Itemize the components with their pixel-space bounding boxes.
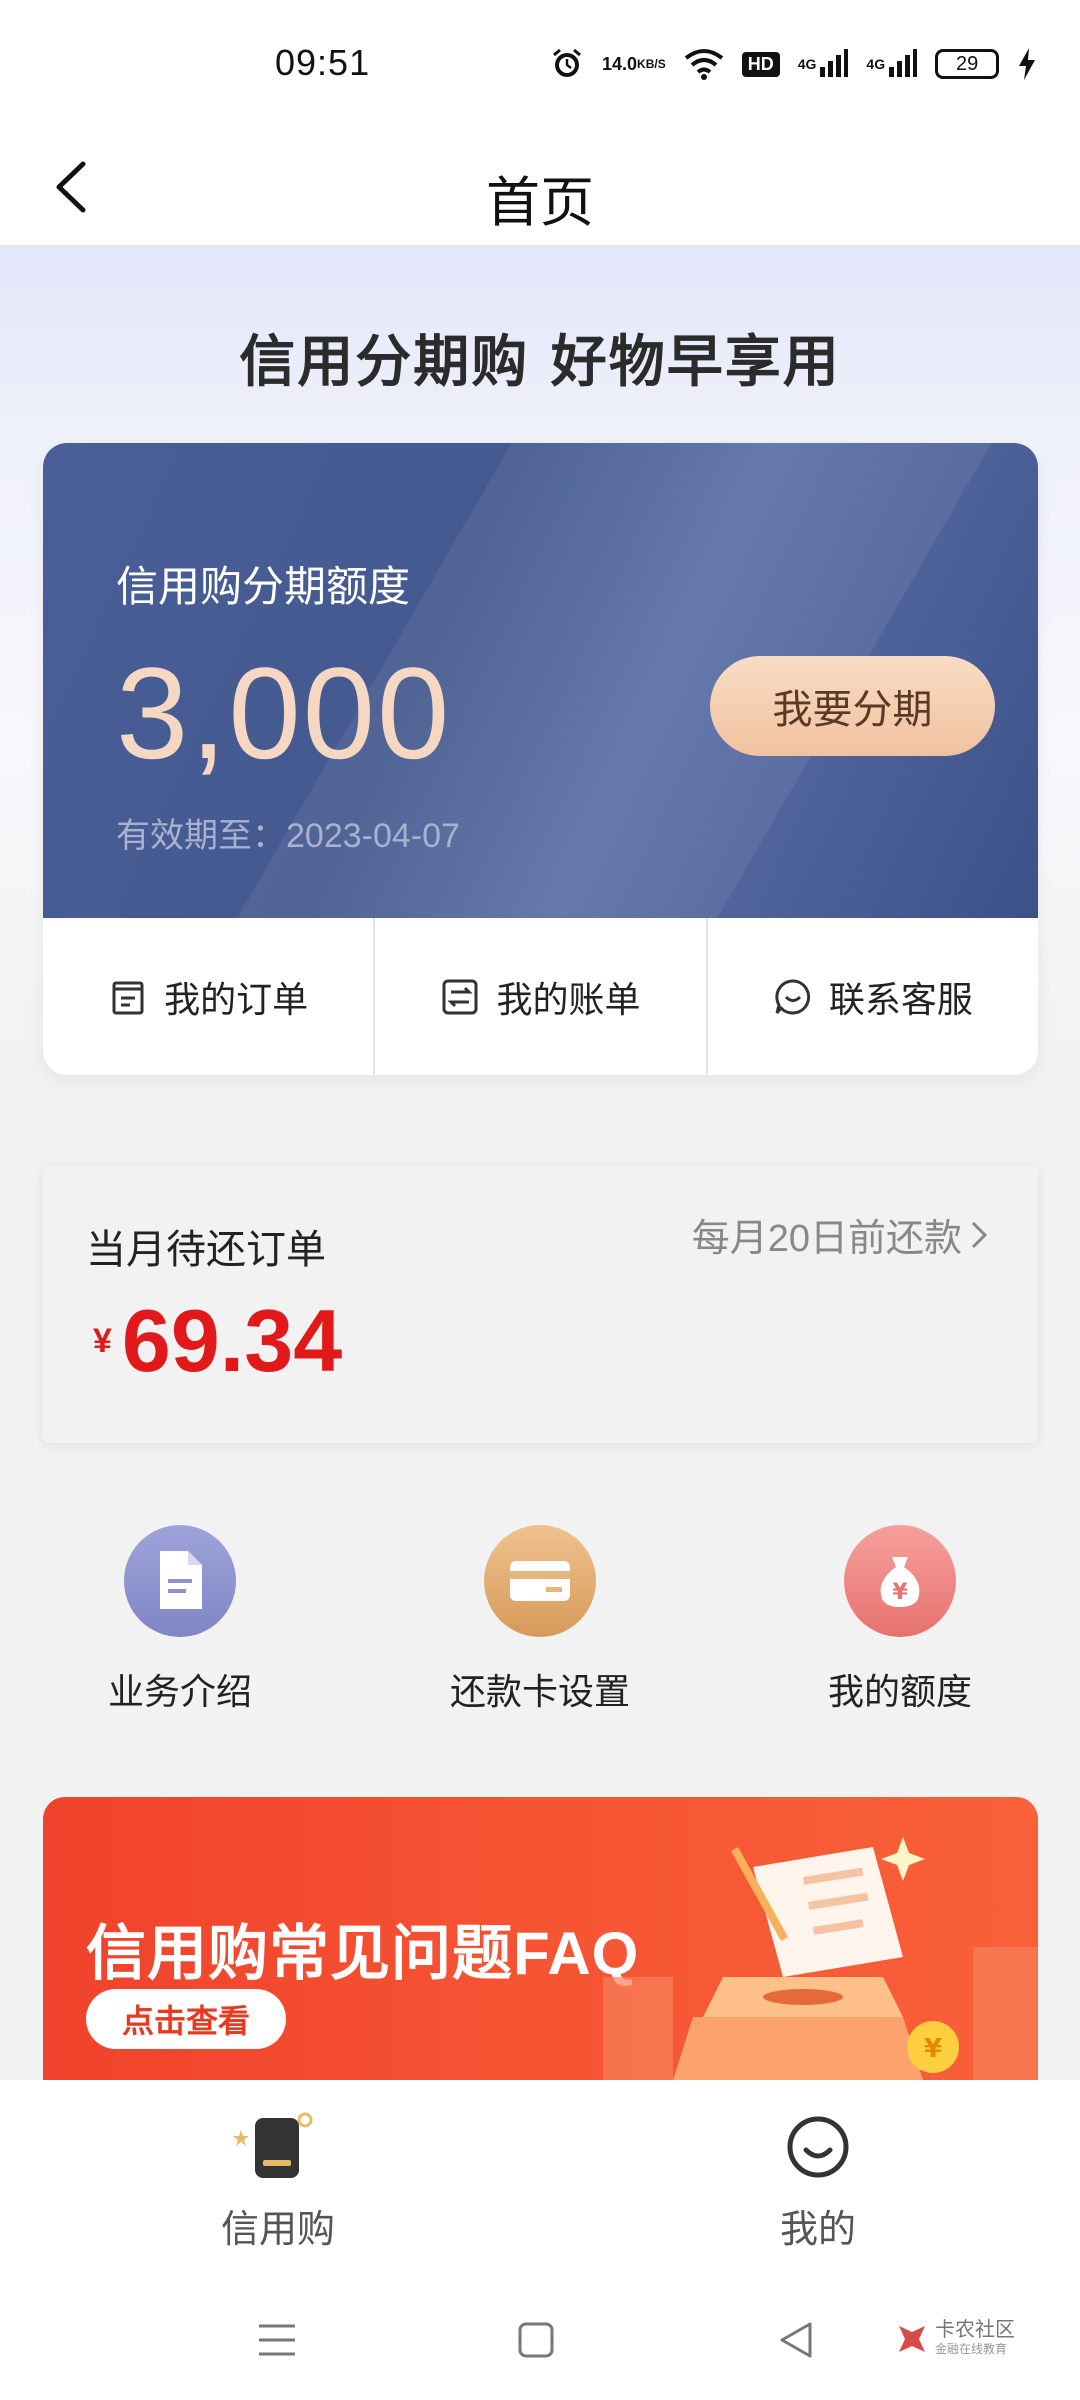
signal-icon-2: 4G (866, 49, 918, 79)
status-bar: 09:51 14.0 KB/S HD 4G 4G 29 (0, 0, 1080, 130)
charging-icon (1017, 48, 1037, 80)
net-speed-value: 14.0 (602, 54, 638, 74)
repay-due-text: 每月20日前还款 (691, 1218, 962, 1260)
chat-icon (775, 978, 810, 1014)
monthly-repay-card[interactable]: 当月待还订单 每月20日前还款 ¥69.34 (43, 1165, 1038, 1443)
repay-due-link[interactable]: 每月20日前还款 (692, 1207, 988, 1262)
alarm-icon (550, 47, 584, 81)
watermark-text: 卡农社区 (935, 2319, 1015, 2341)
tab-mine[interactable]: 我的 (668, 2110, 968, 2253)
network-type-1: 4G (797, 56, 817, 72)
net-speed: 14.0 KB/S (602, 55, 666, 73)
top-nav: 首页 (0, 130, 1080, 245)
bill-icon (442, 979, 478, 1014)
quick-link-label: 我的额度 (827, 1671, 972, 1712)
money-bag-icon: ¥ (844, 1525, 956, 1637)
network-type-2: 4G (866, 56, 886, 72)
smile-icon (787, 2116, 849, 2178)
hd-badge: HD (741, 51, 780, 77)
repay-amount: ¥69.34 (93, 1290, 342, 1392)
home-button[interactable] (506, 2310, 566, 2370)
tab-label: 信用购 (220, 2209, 335, 2251)
home-square-icon (518, 2322, 554, 2358)
my-orders-label: 我的订单 (164, 978, 309, 1020)
credit-actions: 我的订单 我的账单 联系客服 (43, 918, 1038, 1075)
quick-link-my-limit[interactable]: ¥ 我的额度 (750, 1525, 1050, 1715)
status-icons: 14.0 KB/S HD 4G 4G 29 (550, 44, 1037, 84)
credit-expiry: 有效期至：2023-04-07 (116, 817, 460, 855)
quick-link-label: 业务介绍 (107, 1671, 252, 1712)
faq-banner[interactable]: 信用购常见问题FAQ 点击查看 ¥ (43, 1797, 1038, 2080)
system-nav-bar: 卡农社区 金融在线教育 (0, 2280, 1080, 2400)
watermark-subtext: 金融在线教育 (935, 2342, 1008, 2356)
back-nav-button[interactable] (766, 2310, 826, 2370)
tab-label: 我的 (779, 2209, 856, 2251)
credit-card: 信用购分期额度 3,000 有效期至：2023-04-07 我要分期 我的订单 … (43, 443, 1038, 1075)
banner-view-button[interactable]: 点击查看 (86, 1989, 286, 2049)
quick-link-label: 还款卡设置 (449, 1671, 630, 1712)
my-orders-button[interactable]: 我的订单 (43, 918, 376, 1075)
faq-illustration-icon: ¥ (603, 1837, 1038, 2080)
credit-card-header: 信用购分期额度 3,000 有效期至：2023-04-07 我要分期 (43, 443, 1038, 918)
menu-icon (259, 2324, 295, 2356)
repay-title: 当月待还订单 (86, 1228, 326, 1272)
credit-phone-icon (233, 2112, 313, 2178)
currency-symbol: ¥ (93, 1321, 112, 1360)
triangle-back-icon (780, 2322, 812, 2358)
svg-text:¥: ¥ (924, 2034, 942, 2064)
page-title: 首页 (486, 173, 594, 233)
banner-title: 信用购常见问题FAQ (86, 1920, 640, 1987)
tab-credit-buy[interactable]: 信用购 (128, 2110, 428, 2253)
quick-link-business-intro[interactable]: 业务介绍 (30, 1525, 330, 1715)
quick-links: 业务介绍 还款卡设置 ¥ 我的额度 (0, 1525, 1080, 1725)
watermark-logo-icon (899, 2325, 925, 2352)
signal-icon: 4G (798, 49, 849, 79)
credit-limit-label: 信用购分期额度 (116, 563, 411, 610)
bottom-tab-bar: 信用购 我的 (0, 2080, 1080, 2280)
net-speed-unit: KB/S (637, 57, 666, 71)
install-button[interactable]: 我要分期 (710, 656, 995, 756)
svg-text:¥: ¥ (892, 1580, 908, 1605)
chevron-right-icon (971, 1221, 988, 1248)
wifi-icon (684, 48, 724, 80)
document-icon (124, 1525, 236, 1637)
contact-service-label: 联系客服 (828, 978, 973, 1020)
my-bills-button[interactable]: 我的账单 (375, 918, 708, 1075)
watermark: 卡农社区 金融在线教育 (895, 2320, 1015, 2357)
quick-link-repay-card[interactable]: 还款卡设置 (390, 1525, 690, 1715)
my-bills-label: 我的账单 (496, 978, 641, 1020)
credit-limit-amount: 3,000 (116, 640, 452, 786)
card-icon (484, 1525, 596, 1637)
status-time: 09:51 (275, 42, 371, 83)
contact-service-button[interactable]: 联系客服 (708, 918, 1038, 1075)
menu-button[interactable] (247, 2310, 307, 2370)
hero-slogan: 信用分期购 好物早享用 (239, 329, 841, 395)
order-icon (112, 981, 144, 1014)
battery-icon: 29 (935, 49, 1000, 79)
repay-amount-value: 69.34 (121, 1291, 343, 1390)
